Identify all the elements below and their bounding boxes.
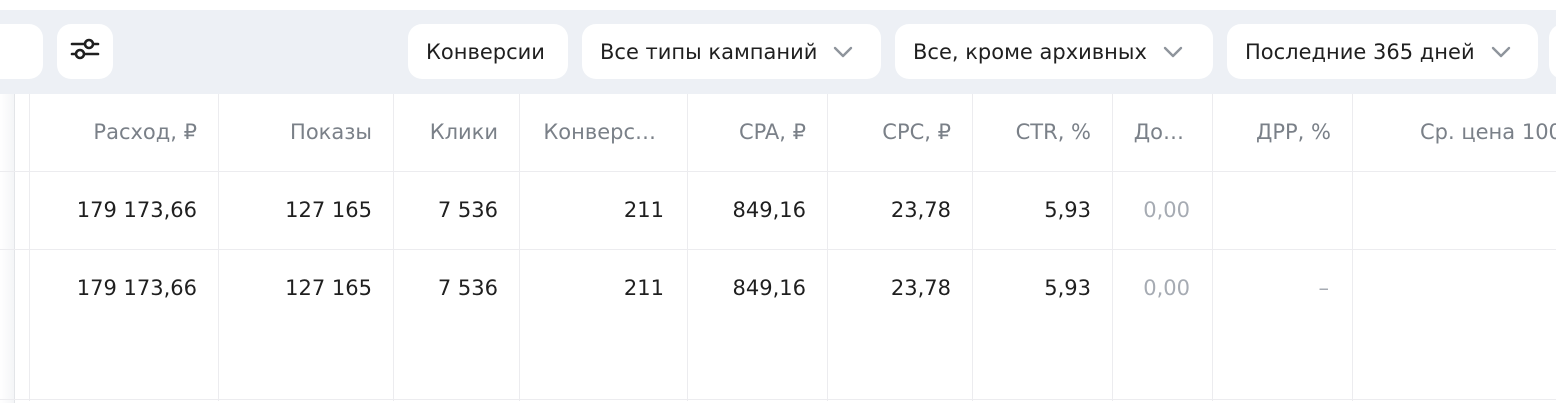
cell-impressions: 127 165 [285, 198, 372, 222]
column-header-cpa[interactable]: CPA, ₽ [688, 94, 827, 170]
campaign-types-label: Все типы кампаний [600, 39, 818, 64]
sliders-icon [70, 36, 100, 67]
stats-table: Расход, ₽ Показы Клики Конверс… CPA, ₽ C… [0, 94, 1556, 403]
status-filter-dropdown[interactable]: Все, кроме архивных [895, 24, 1213, 79]
cell-impressions: 127 165 [285, 276, 372, 300]
column-header-avg-price[interactable]: Ср. цена 100 [1353, 94, 1556, 170]
cell-conversions: 211 [623, 198, 664, 222]
filter-settings-button[interactable] [57, 24, 113, 79]
cell-clicks: 7 536 [437, 276, 498, 300]
cell-spend: 179 173,66 [76, 198, 197, 222]
column-header-cpc[interactable]: CPC, ₽ [828, 94, 972, 170]
cell-drr [1213, 172, 1352, 248]
cell-cpc: 23,78 [890, 276, 951, 300]
more-filters-button[interactable] [1549, 24, 1556, 79]
period-label: Последние 365 дней [1245, 39, 1475, 64]
cell-revenue: 0,00 [1143, 198, 1190, 222]
chevron-down-icon [1161, 40, 1185, 64]
chevron-down-icon [831, 40, 855, 64]
period-dropdown[interactable]: Последние 365 дней [1227, 24, 1538, 79]
row-divider [0, 399, 1556, 400]
status-filter-label: Все, кроме архивных [913, 39, 1147, 64]
column-header-drr[interactable]: ДРР, % [1213, 94, 1352, 170]
column-header-impressions[interactable]: Показы [219, 94, 393, 170]
conversions-filter-button[interactable]: Конверсии [408, 24, 568, 79]
search-input[interactable] [0, 24, 43, 79]
campaign-types-dropdown[interactable]: Все типы кампаний [582, 24, 881, 79]
column-header-revenue[interactable]: До… [1113, 94, 1212, 170]
cell-spend: 179 173,66 [76, 276, 197, 300]
cell-drr: – [1318, 276, 1330, 300]
cell-ctr: 5,93 [1044, 198, 1091, 222]
column-header-clicks[interactable]: Клики [394, 94, 519, 170]
column-header-conversions[interactable]: Конверс… [520, 94, 687, 170]
column-header-spend[interactable]: Расход, ₽ [30, 94, 218, 170]
cell-cpa: 849,16 [732, 276, 806, 300]
cell-ctr: 5,93 [1044, 276, 1091, 300]
cell-revenue: 0,00 [1143, 276, 1190, 300]
column-header-ctr[interactable]: CTR, % [973, 94, 1112, 170]
cell-conversions: 211 [623, 276, 664, 300]
conversions-filter-label: Конверсии [426, 39, 545, 64]
filter-toolbar: Конверсии Все типы кампаний Все, кроме а… [0, 0, 1556, 94]
cell-cpc: 23,78 [890, 198, 951, 222]
cell-cpa: 849,16 [732, 198, 806, 222]
chevron-down-icon [1489, 40, 1513, 64]
cell-clicks: 7 536 [437, 198, 498, 222]
